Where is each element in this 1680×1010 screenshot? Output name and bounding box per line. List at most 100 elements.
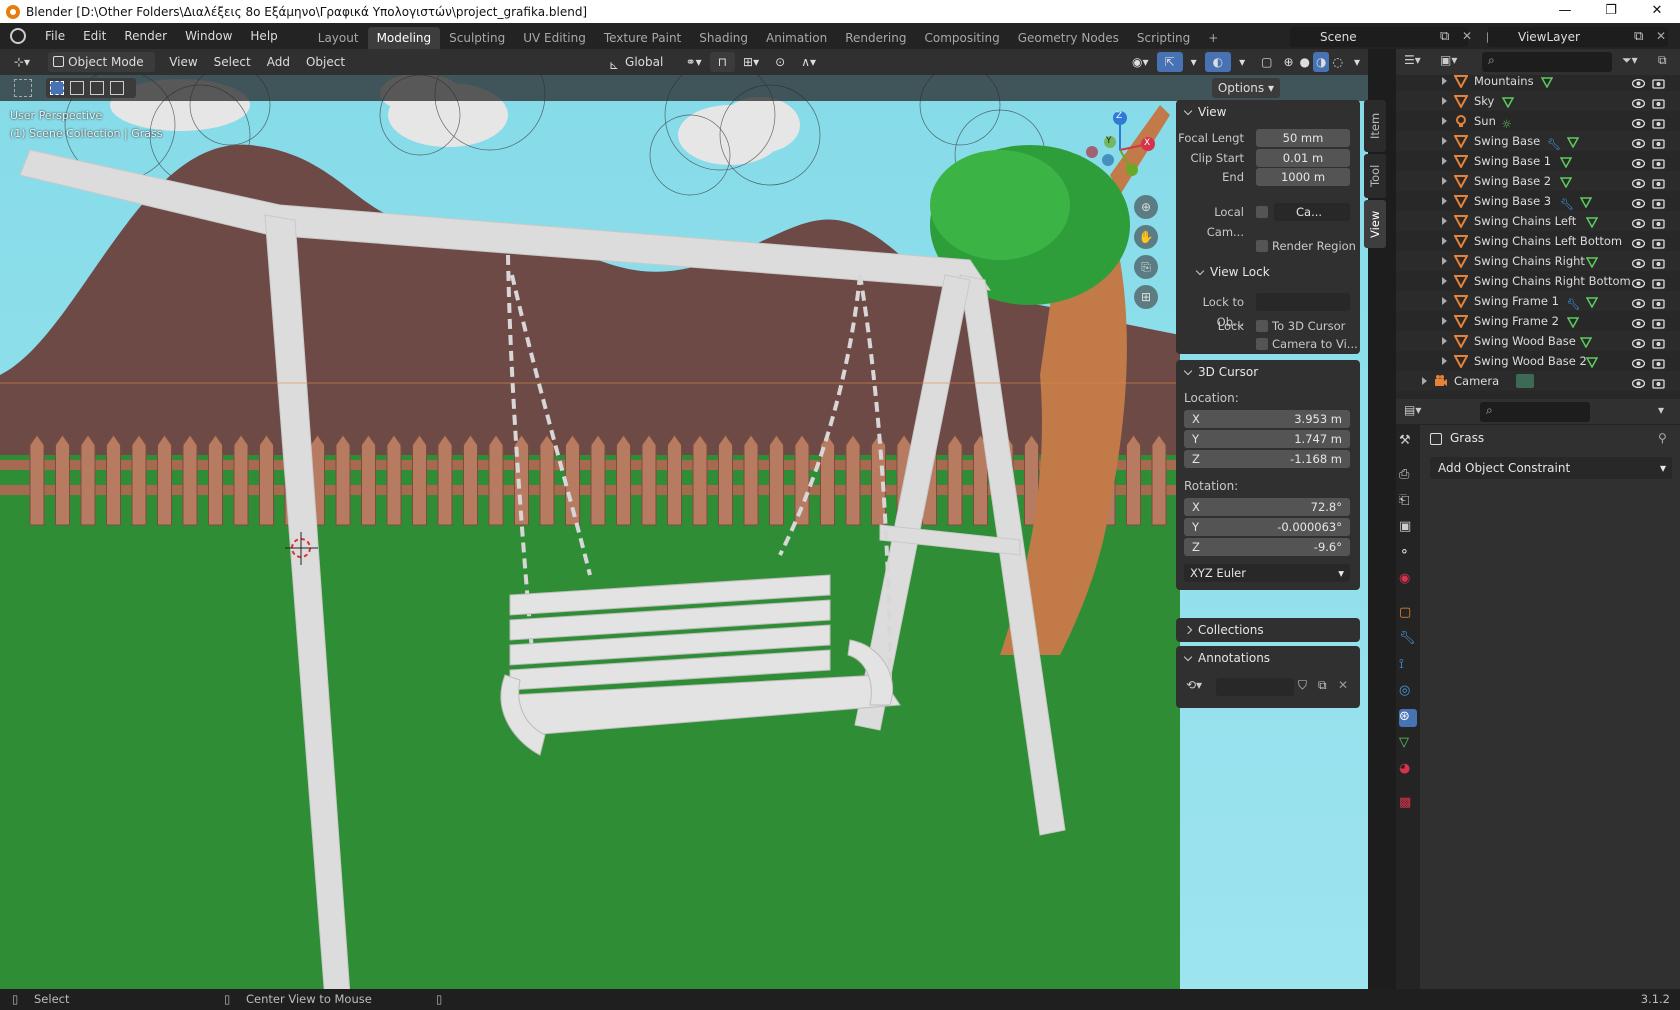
mode-dropdown[interactable]: Object Mode ▾ bbox=[48, 52, 156, 89]
expand-arrow-icon[interactable] bbox=[1442, 157, 1447, 165]
options-dropdown[interactable]: Options ▾ bbox=[1211, 78, 1280, 98]
visibility-eye-icon[interactable] bbox=[1631, 195, 1646, 209]
outliner-row[interactable]: Swing Frame 2 bbox=[1396, 311, 1680, 331]
ortho-grid-icon[interactable]: ⊞ bbox=[1134, 285, 1158, 309]
outliner-row[interactable]: Swing Chains Right Bottom bbox=[1396, 271, 1680, 291]
expand-arrow-icon[interactable] bbox=[1442, 357, 1447, 365]
properties-options-icon[interactable]: ▾ bbox=[1658, 403, 1664, 417]
outliner-row[interactable]: Swing Base 3 🔧︎ bbox=[1396, 191, 1680, 211]
annotations-header[interactable]: Annotations bbox=[1176, 646, 1360, 670]
expand-arrow-icon[interactable] bbox=[1442, 97, 1447, 105]
outliner-row[interactable]: Swing Wood Base 2 bbox=[1396, 351, 1680, 371]
tab-item[interactable]: Item bbox=[1364, 100, 1386, 152]
visibility-eye-icon[interactable] bbox=[1631, 155, 1646, 169]
render-camera-icon[interactable] bbox=[1652, 375, 1665, 389]
tab-uv-editing[interactable]: UV Editing bbox=[514, 27, 595, 49]
render-region-checkbox[interactable] bbox=[1256, 240, 1268, 252]
expand-arrow-icon[interactable] bbox=[1442, 217, 1447, 225]
snap-icon[interactable]: ⊓ bbox=[709, 52, 736, 72]
solid-shading-icon[interactable]: ● bbox=[1297, 52, 1313, 72]
new-scene-icon[interactable]: ⧉ bbox=[1440, 29, 1449, 44]
expand-arrow-icon[interactable] bbox=[1442, 77, 1447, 85]
expand-arrow-icon[interactable] bbox=[1442, 317, 1447, 325]
blender-menu-icon[interactable] bbox=[10, 28, 26, 44]
visibility-eye-icon[interactable] bbox=[1631, 295, 1646, 309]
expand-arrow-icon[interactable] bbox=[1442, 117, 1447, 125]
render-camera-icon[interactable] bbox=[1652, 115, 1665, 129]
visibility-eye-icon[interactable] bbox=[1631, 315, 1646, 329]
maximize-button[interactable]: ❐ bbox=[1588, 0, 1634, 23]
scene-tab-icon[interactable]: ⚬ bbox=[1399, 545, 1417, 563]
clip-end-field[interactable]: 1000 m bbox=[1256, 168, 1350, 186]
menu-object[interactable]: Object bbox=[298, 52, 353, 72]
cursor-rotation-z[interactable]: Z -9.6° bbox=[1184, 538, 1350, 556]
add-workspace-button[interactable]: + bbox=[1199, 27, 1227, 49]
visibility-eye-icon[interactable] bbox=[1631, 235, 1646, 249]
render-camera-icon[interactable] bbox=[1652, 255, 1665, 269]
render-camera-icon[interactable] bbox=[1652, 175, 1665, 189]
visibility-icon[interactable]: ◉▾ bbox=[1124, 52, 1157, 72]
menu-window[interactable]: Window bbox=[176, 23, 241, 49]
snap-target-icon[interactable]: ⊞▾ bbox=[735, 52, 767, 72]
output-tab-icon[interactable]: ⎗ bbox=[1399, 493, 1417, 511]
cursor-location-z[interactable]: Z -1.168 m bbox=[1184, 450, 1350, 468]
visibility-eye-icon[interactable] bbox=[1631, 115, 1646, 129]
annotation-new-icon[interactable]: ⧉ bbox=[1318, 678, 1327, 693]
visibility-eye-icon[interactable] bbox=[1631, 375, 1646, 389]
collections-header[interactable]: Collections bbox=[1176, 618, 1360, 642]
outliner-row[interactable]: Swing Base 🔧︎ bbox=[1396, 131, 1680, 151]
menu-select[interactable]: Select bbox=[206, 52, 259, 72]
navigation-gizmo[interactable]: Z X Y bbox=[1080, 110, 1160, 190]
tab-tool[interactable]: Tool bbox=[1364, 154, 1386, 198]
menu-render[interactable]: Render bbox=[115, 23, 176, 49]
properties-search-input[interactable]: ⌕ bbox=[1480, 402, 1590, 422]
render-camera-icon[interactable] bbox=[1652, 335, 1665, 349]
expand-arrow-icon[interactable] bbox=[1442, 197, 1447, 205]
render-camera-icon[interactable] bbox=[1652, 355, 1665, 369]
tab-view[interactable]: View bbox=[1364, 200, 1386, 248]
local-camera-field[interactable]: Ca... bbox=[1274, 203, 1350, 221]
render-camera-icon[interactable] bbox=[1652, 75, 1665, 89]
outliner-editor-type-icon[interactable]: ☰▾ bbox=[1404, 53, 1421, 67]
select-tool-icon[interactable] bbox=[14, 79, 32, 97]
outliner-row[interactable]: Mountains bbox=[1396, 75, 1680, 91]
annotation-tool-icon[interactable]: ⟲▾ bbox=[1186, 678, 1216, 696]
viewport-scene[interactable] bbox=[0, 75, 1368, 989]
cursor-location-y[interactable]: Y 1.747 m bbox=[1184, 430, 1350, 448]
particles-tab-icon[interactable]: ⟟ bbox=[1399, 657, 1417, 675]
tab-shading[interactable]: Shading bbox=[690, 27, 757, 49]
menu-file[interactable]: File bbox=[36, 23, 74, 49]
select-intersect-icon[interactable] bbox=[110, 81, 124, 95]
render-camera-icon[interactable] bbox=[1652, 315, 1665, 329]
tab-animation[interactable]: Animation bbox=[757, 27, 836, 49]
select-extend-icon[interactable] bbox=[70, 81, 84, 95]
render-camera-icon[interactable] bbox=[1652, 135, 1665, 149]
outliner-row[interactable]: Swing Frame 1 🔧︎ bbox=[1396, 291, 1680, 311]
tab-geometry-nodes[interactable]: Geometry Nodes bbox=[1009, 27, 1128, 49]
cursor-rotation-y[interactable]: Y -0.000063° bbox=[1184, 518, 1350, 536]
menu-add[interactable]: Add bbox=[259, 52, 298, 72]
annotation-field[interactable] bbox=[1216, 678, 1294, 696]
outliner-row[interactable]: Swing Chains Left bbox=[1396, 211, 1680, 231]
delete-view-layer-icon[interactable]: ✕ bbox=[1656, 29, 1666, 43]
texture-tab-icon[interactable]: ▩ bbox=[1399, 795, 1417, 813]
material-tab-icon[interactable]: ◕ bbox=[1399, 761, 1417, 779]
visibility-eye-icon[interactable] bbox=[1631, 335, 1646, 349]
proportional-edit-icon[interactable]: ⊙ bbox=[767, 52, 793, 72]
pin-icon[interactable]: ⚲ bbox=[1658, 431, 1667, 445]
render-camera-icon[interactable] bbox=[1652, 195, 1665, 209]
render-camera-icon[interactable] bbox=[1652, 295, 1665, 309]
delete-scene-icon[interactable]: ✕ bbox=[1462, 29, 1472, 43]
physics-tab-icon[interactable]: ◎ bbox=[1399, 683, 1417, 701]
outliner-row[interactable]: Swing Chains Right bbox=[1396, 251, 1680, 271]
render-camera-icon[interactable] bbox=[1652, 155, 1665, 169]
tab-texture-paint[interactable]: Texture Paint bbox=[595, 27, 690, 49]
tool-tab-icon[interactable]: ⚒ bbox=[1399, 433, 1417, 451]
menu-view[interactable]: View bbox=[161, 52, 205, 72]
expand-arrow-icon[interactable] bbox=[1442, 177, 1447, 185]
expand-arrow-icon[interactable] bbox=[1442, 277, 1447, 285]
expand-arrow-icon[interactable] bbox=[1442, 237, 1447, 245]
falloff-icon[interactable]: ∧▾ bbox=[793, 52, 824, 72]
material-preview-icon[interactable]: ◑ bbox=[1313, 52, 1330, 72]
3d-cursor-header[interactable]: 3D Cursor bbox=[1176, 360, 1360, 384]
